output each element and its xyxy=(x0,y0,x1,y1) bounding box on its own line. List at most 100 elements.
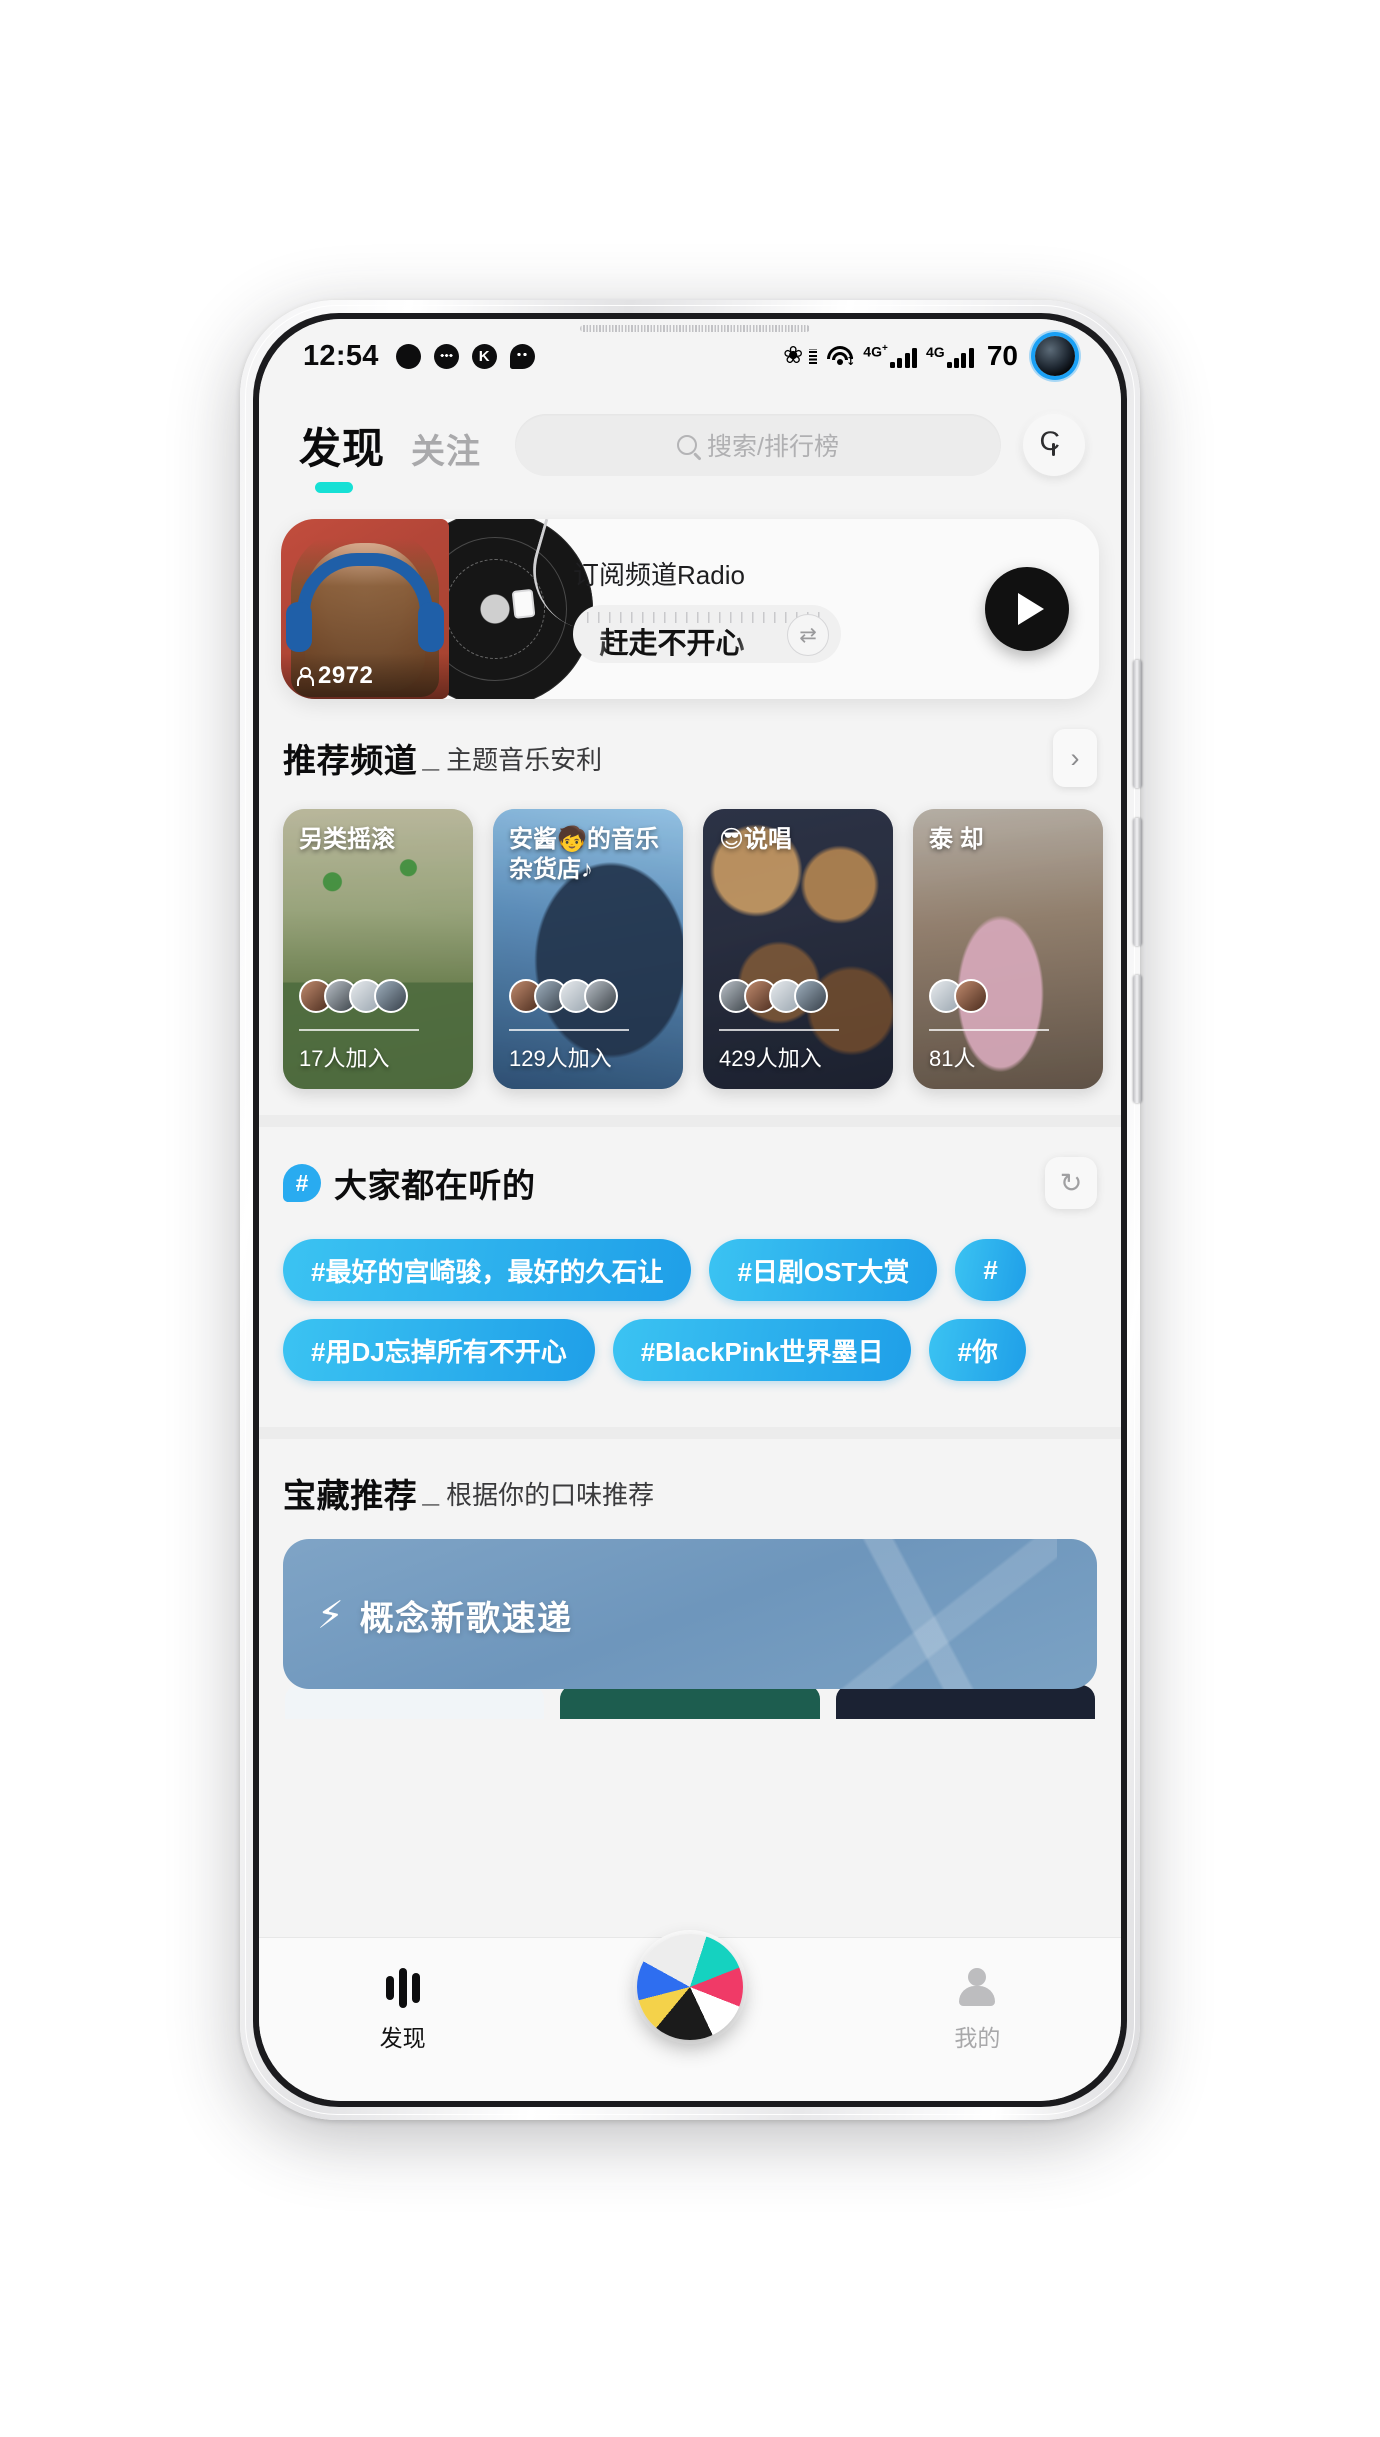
treasure-card-row xyxy=(259,1685,1121,1719)
tab-follow[interactable]: 关注 xyxy=(411,424,481,473)
channel-member-avatars xyxy=(509,979,618,1013)
channel-divider xyxy=(929,1029,1049,1031)
channel-title: 安酱🧒的音乐 杂货店♪ xyxy=(509,826,659,883)
front-camera-punch xyxy=(1035,336,1075,376)
section-divider xyxy=(259,1427,1121,1439)
subscribed-radio-card[interactable]: 2972 订阅频道Radio 赶走不开心 ⇄ xyxy=(281,519,1099,699)
trending-section-header: # 大家都在听的 ↻ xyxy=(259,1157,1121,1209)
banner-title: 概念新歌速递 xyxy=(359,1600,573,1638)
phone-screen: 12:54 K ❀ ↧ 4G+ 4G 70 发现 关注 搜索/排行榜 C 297… xyxy=(259,319,1121,2101)
radio-card-title: 订阅频道Radio xyxy=(573,560,745,590)
signal-bars-2-icon xyxy=(946,346,974,368)
phone-side-button-2[interactable] xyxy=(1133,818,1142,946)
topic-tag[interactable]: #BlackPink世界墨日 xyxy=(612,1319,912,1381)
ticker-text: 赶走不开心 xyxy=(599,628,745,660)
channel-divider xyxy=(719,1029,839,1031)
search-input[interactable]: 搜索/排行榜 xyxy=(515,414,1001,476)
channel-title: 😎说唱 xyxy=(719,826,793,853)
network-type-2-label: 4G xyxy=(925,343,945,360)
channels-section-header: 推荐频道 _ 主题音乐安利 › xyxy=(259,729,1121,787)
channel-card[interactable]: 泰 却 81人 xyxy=(913,809,1103,1089)
phone-side-button-3[interactable] xyxy=(1133,975,1142,1103)
notification-icon-group: K xyxy=(395,343,535,369)
radio-ticker[interactable]: 赶走不开心 ⇄ xyxy=(573,605,841,663)
chevron-right-icon[interactable]: › xyxy=(1053,729,1097,787)
waveform-icon xyxy=(385,1968,420,2008)
bottom-navigation-bar: 发现 我的 xyxy=(259,1934,1121,2101)
phone-side-button-1[interactable] xyxy=(1133,660,1142,788)
wechat-bubble-icon xyxy=(509,343,535,369)
channel-member-avatars xyxy=(299,979,408,1013)
topic-tag[interactable]: #你 xyxy=(929,1319,1026,1381)
radio-cover-art: 2972 xyxy=(281,519,449,699)
battery-percent-label: 70 xyxy=(986,340,1018,371)
channel-card[interactable]: 安酱🧒的音乐 杂货店♪ 129人加入 xyxy=(493,809,683,1089)
person-icon xyxy=(959,1968,996,2008)
channel-card[interactable]: 😎说唱 429人加入 xyxy=(703,809,893,1089)
recommended-channels-section: 推荐频道 _ 主题音乐安利 › 另类摇滚 17人加入 安酱🧒的音乐 杂货店♪ 1… xyxy=(259,725,1121,1115)
trending-section-title: 大家都在听的 xyxy=(334,1167,536,1204)
treasure-card[interactable] xyxy=(835,1685,1095,1719)
dot-icon xyxy=(395,343,421,369)
screenshot-root: 12:54 K ❀ ↧ 4G+ 4G 70 发现 关注 搜索/排行榜 C 297… xyxy=(0,0,1380,2437)
tab-discover[interactable]: 发现 xyxy=(299,415,385,476)
kuwo-k-icon: K xyxy=(471,343,497,369)
tag-cloud: #最好的宫崎骏，最好的久石让 #日剧OST大赏 # #用DJ忘掉所有不开心 #B… xyxy=(259,1231,1121,1427)
channel-title: 另类摇滚 xyxy=(299,826,395,853)
tag-row: #最好的宫崎骏，最好的久石让 #日剧OST大赏 # xyxy=(283,1239,1097,1301)
trending-section: # 大家都在听的 ↻ #最好的宫崎骏，最好的久石让 #日剧OST大赏 # #用D… xyxy=(259,1153,1121,1427)
channel-divider xyxy=(299,1029,419,1031)
channel-join-count: 17人加入 xyxy=(299,1046,390,1071)
signal-1-group: 4G+ xyxy=(863,344,917,368)
earpiece-speaker xyxy=(580,325,810,332)
lightning-bolt-icon: ⚡ xyxy=(317,1594,344,1637)
banner-content: ⚡ 概念新歌速递 xyxy=(317,1591,573,1640)
topic-tag[interactable]: #用DJ忘掉所有不开心 xyxy=(283,1319,595,1381)
treasure-section-header: 宝藏推荐 _ 根据你的口味推荐 xyxy=(259,1469,1121,1517)
top-tabs: 发现 关注 xyxy=(299,415,481,493)
channel-title: 泰 却 xyxy=(929,826,984,853)
wifi-icon: ↧ xyxy=(826,345,855,368)
channel-member-avatars xyxy=(719,979,828,1013)
active-tab-indicator xyxy=(315,481,353,493)
section-divider xyxy=(259,1115,1121,1127)
listener-count-label: 2972 xyxy=(318,662,374,689)
switch-channel-button[interactable]: ⇄ xyxy=(787,614,829,656)
status-right-group: ❀ ↧ 4G+ 4G 70 xyxy=(783,336,1075,376)
treasure-section-title: 宝藏推荐 xyxy=(283,1477,418,1514)
topic-tag[interactable]: #日剧OST大赏 xyxy=(709,1239,938,1301)
network-type-1-label: 4G+ xyxy=(863,343,888,360)
section-dash: _ xyxy=(422,1476,440,1509)
channel-card[interactable]: 另类摇滚 17人加入 xyxy=(283,809,473,1089)
search-icon xyxy=(677,435,698,455)
section-dash: _ xyxy=(422,741,440,774)
tag-row: #用DJ忘掉所有不开心 #BlackPink世界墨日 #你 xyxy=(283,1319,1097,1381)
channel-card-list[interactable]: 另类摇滚 17人加入 安酱🧒的音乐 杂货店♪ 129人加入 😎说唱 429人加入… xyxy=(259,809,1121,1115)
channel-divider xyxy=(509,1029,629,1031)
topic-tag[interactable]: # xyxy=(955,1239,1026,1301)
nav-label-discover: 发现 xyxy=(379,2025,426,2051)
channel-join-count: 81人 xyxy=(929,1046,976,1071)
content-scroll-area[interactable]: 2972 订阅频道Radio 赶走不开心 ⇄ 推荐频道 _ 主题音乐安利 › 另… xyxy=(259,497,1121,1937)
refresh-icon[interactable]: ↻ xyxy=(1045,1157,1097,1209)
new-songs-banner[interactable]: ⚡ 概念新歌速递 xyxy=(283,1539,1097,1689)
channel-join-count: 129人加入 xyxy=(509,1046,612,1071)
nav-item-discover[interactable]: 发现 xyxy=(318,1968,488,2053)
bluetooth-icon: ❀ xyxy=(783,342,804,369)
treasure-section-subtitle: 根据你的口味推荐 xyxy=(446,1479,655,1510)
nav-item-mine[interactable]: 我的 xyxy=(892,1968,1062,2053)
nav-item-now-playing[interactable] xyxy=(605,1934,775,2040)
now-playing-album-art xyxy=(636,1934,743,2040)
status-clock: 12:54 xyxy=(303,339,379,372)
voice-search-button[interactable] xyxy=(1023,414,1085,476)
bluetooth-battery-icon xyxy=(809,348,818,364)
signal-bars-1-icon xyxy=(889,346,917,368)
channels-section-subtitle: 主题音乐安利 xyxy=(446,744,603,775)
treasure-card[interactable] xyxy=(560,1685,820,1719)
person-icon xyxy=(297,666,314,686)
channel-member-avatars xyxy=(929,979,988,1013)
nav-label-mine: 我的 xyxy=(954,2025,1001,2051)
treasure-card[interactable] xyxy=(285,1685,545,1719)
topic-tag[interactable]: #最好的宫崎骏，最好的久石让 xyxy=(283,1239,692,1301)
search-placeholder: 搜索/排行榜 xyxy=(707,433,839,461)
